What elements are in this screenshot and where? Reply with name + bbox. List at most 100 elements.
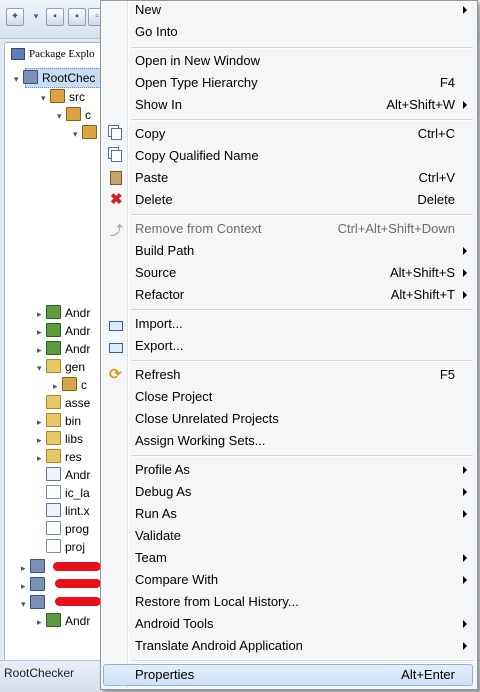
- menu-item-properties[interactable]: Properties Alt+Enter: [103, 664, 473, 686]
- menu-item-profile-as[interactable]: Profile As: [103, 459, 473, 481]
- menu-item-refresh[interactable]: ⟳ Refresh F5: [103, 364, 473, 386]
- menu-item-open-in-new-window[interactable]: Open in New Window: [103, 50, 473, 72]
- tree-item-assets[interactable]: asse: [46, 394, 90, 412]
- menu-item-export[interactable]: Export...: [103, 335, 473, 357]
- menu-item-label: Translate Android Application: [135, 638, 303, 653]
- library-icon: [46, 613, 61, 627]
- menu-item-copy[interactable]: Copy Ctrl+C: [103, 123, 473, 145]
- menu-item-team[interactable]: Team: [103, 547, 473, 569]
- expand-twisty-icon[interactable]: ▸: [21, 559, 30, 577]
- menu-item-copy-qualified-name[interactable]: Copy Qualified Name: [103, 145, 473, 167]
- tree-item-project-root[interactable]: ▾ RootChec: [14, 68, 101, 88]
- collapse-twisty-icon[interactable]: ▾: [41, 89, 50, 107]
- collapse-twisty-icon[interactable]: ▾: [14, 70, 23, 88]
- tree-item-lint[interactable]: lint.x: [46, 502, 90, 520]
- paste-icon: [110, 171, 122, 185]
- menu-item-label: Restore from Local History...: [135, 594, 299, 609]
- tree-item-label: bin: [65, 414, 82, 428]
- tree-item-project-redacted[interactable]: ▸: [21, 558, 49, 576]
- menu-item-delete[interactable]: ✖ Delete Delete: [103, 189, 473, 211]
- folder-icon: [46, 449, 61, 463]
- save-icon[interactable]: ▪: [46, 8, 64, 26]
- expand-twisty-icon[interactable]: ▸: [37, 305, 46, 323]
- menu-item-label: Source: [135, 265, 177, 280]
- expand-twisty-icon[interactable]: ▸: [37, 323, 46, 341]
- menu-item-label: Export...: [135, 338, 184, 353]
- expand-twisty-icon[interactable]: ▸: [53, 377, 62, 395]
- menu-item-compare-with[interactable]: Compare With: [103, 569, 473, 591]
- tree-item-label: RootChec: [42, 71, 96, 85]
- expand-twisty-icon[interactable]: ▸: [37, 431, 46, 449]
- save-all-icon[interactable]: ▪: [68, 8, 86, 26]
- menu-item-label: Open in New Window: [135, 53, 260, 68]
- tree-item-res[interactable]: ▸ res: [37, 448, 82, 466]
- menu-item-build-path[interactable]: Build Path: [103, 240, 473, 262]
- tree-item-library[interactable]: ▸ Andr: [37, 304, 90, 322]
- tree-item-project-redacted[interactable]: ▾: [21, 594, 49, 612]
- expand-twisty-icon[interactable]: ▸: [37, 413, 46, 431]
- menu-item-assign-working-sets[interactable]: Assign Working Sets...: [103, 430, 473, 452]
- tree-item-library[interactable]: ▸ Andr: [37, 322, 90, 340]
- menu-item-translate-android-application[interactable]: Translate Android Application: [103, 635, 473, 657]
- submenu-arrow-icon: [463, 488, 467, 496]
- package-explorer-icon: [11, 48, 25, 60]
- menu-item-close-project[interactable]: Close Project: [103, 386, 473, 408]
- tree-item-library[interactable]: ▸ Andr: [37, 340, 90, 358]
- menu-item-restore-from-local-history[interactable]: Restore from Local History...: [103, 591, 473, 613]
- menu-item-open-type-hierarchy[interactable]: Open Type Hierarchy F4: [103, 72, 473, 94]
- collapse-twisty-icon[interactable]: ▾: [57, 107, 66, 125]
- xml-file-icon: [46, 503, 61, 517]
- menu-item-debug-as[interactable]: Debug As: [103, 481, 473, 503]
- submenu-arrow-icon: [463, 554, 467, 562]
- copy-qualified-name-icon: [111, 150, 122, 162]
- tree-item-launcher-icon-file[interactable]: ic_la: [46, 484, 90, 502]
- tree-item-package[interactable]: ▾ c: [57, 106, 91, 124]
- tree-item-label: c: [81, 378, 87, 392]
- menu-item-label: Refresh: [135, 367, 181, 382]
- submenu-arrow-icon: [463, 466, 467, 474]
- menu-item-close-unrelated-projects[interactable]: Close Unrelated Projects: [103, 408, 473, 430]
- menu-item-new[interactable]: New: [103, 0, 473, 21]
- file-icon: [46, 485, 61, 499]
- expand-twisty-icon[interactable]: ▸: [37, 341, 46, 359]
- menu-item-refactor[interactable]: Refactor Alt+Shift+T: [103, 284, 473, 306]
- collapse-twisty-icon[interactable]: ▾: [73, 125, 82, 143]
- menu-item-android-tools[interactable]: Android Tools: [103, 613, 473, 635]
- status-text: RootChecker: [4, 666, 75, 680]
- tree-item-src[interactable]: ▾ src: [41, 88, 85, 106]
- submenu-arrow-icon: [463, 291, 467, 299]
- tree-item-package[interactable]: ▸ c: [53, 376, 87, 394]
- tree-item-library[interactable]: ▸ Andr: [37, 612, 90, 630]
- menu-item-go-into[interactable]: Go Into: [103, 21, 473, 43]
- redaction-scribble: [55, 579, 101, 588]
- menu-item-shortcut: Alt+Shift+T: [390, 287, 455, 302]
- menu-item-run-as[interactable]: Run As: [103, 503, 473, 525]
- package-explorer-tab[interactable]: Package Explo: [4, 42, 104, 64]
- tree-item-libs[interactable]: ▸ libs: [37, 430, 83, 448]
- menu-separator: [131, 309, 473, 311]
- tree-item-manifest[interactable]: Andr: [46, 466, 90, 484]
- menu-item-show-in[interactable]: Show In Alt+Shift+W: [103, 94, 473, 116]
- menu-item-source[interactable]: Source Alt+Shift+S: [103, 262, 473, 284]
- collapse-twisty-icon[interactable]: ▾: [37, 359, 46, 377]
- package-explorer-tree[interactable]: ▾ RootChec ▾ src ▾ c ▾ ▸ Andr ▸ Andr ▸ Andr ▾ g…: [4, 64, 101, 660]
- menu-item-validate[interactable]: Validate: [103, 525, 473, 547]
- tree-item-proguard[interactable]: prog: [46, 520, 89, 538]
- expand-twisty-icon[interactable]: ▸: [37, 613, 46, 631]
- import-icon: [109, 321, 123, 331]
- menu-item-label: Properties: [135, 667, 195, 682]
- tree-item-gen[interactable]: ▾ gen: [37, 358, 85, 376]
- dropdown-arrow-icon[interactable]: ▾: [28, 8, 44, 24]
- collapse-twisty-icon[interactable]: ▾: [21, 595, 30, 613]
- menu-separator: [131, 214, 473, 216]
- tree-item-bin[interactable]: ▸ bin: [37, 412, 81, 430]
- tree-item-project-redacted[interactable]: ▸: [21, 576, 49, 594]
- delete-icon: ✖: [110, 191, 123, 208]
- expand-twisty-icon[interactable]: ▸: [21, 577, 30, 595]
- menu-item-paste[interactable]: Paste Ctrl+V: [103, 167, 473, 189]
- expand-twisty-icon[interactable]: ▸: [37, 449, 46, 467]
- tree-item-subpackage[interactable]: ▾: [73, 124, 101, 142]
- menu-item-import[interactable]: Import...: [103, 313, 473, 335]
- tree-item-project-properties[interactable]: proj: [46, 538, 85, 556]
- new-wizard-icon[interactable]: ✦: [6, 8, 24, 26]
